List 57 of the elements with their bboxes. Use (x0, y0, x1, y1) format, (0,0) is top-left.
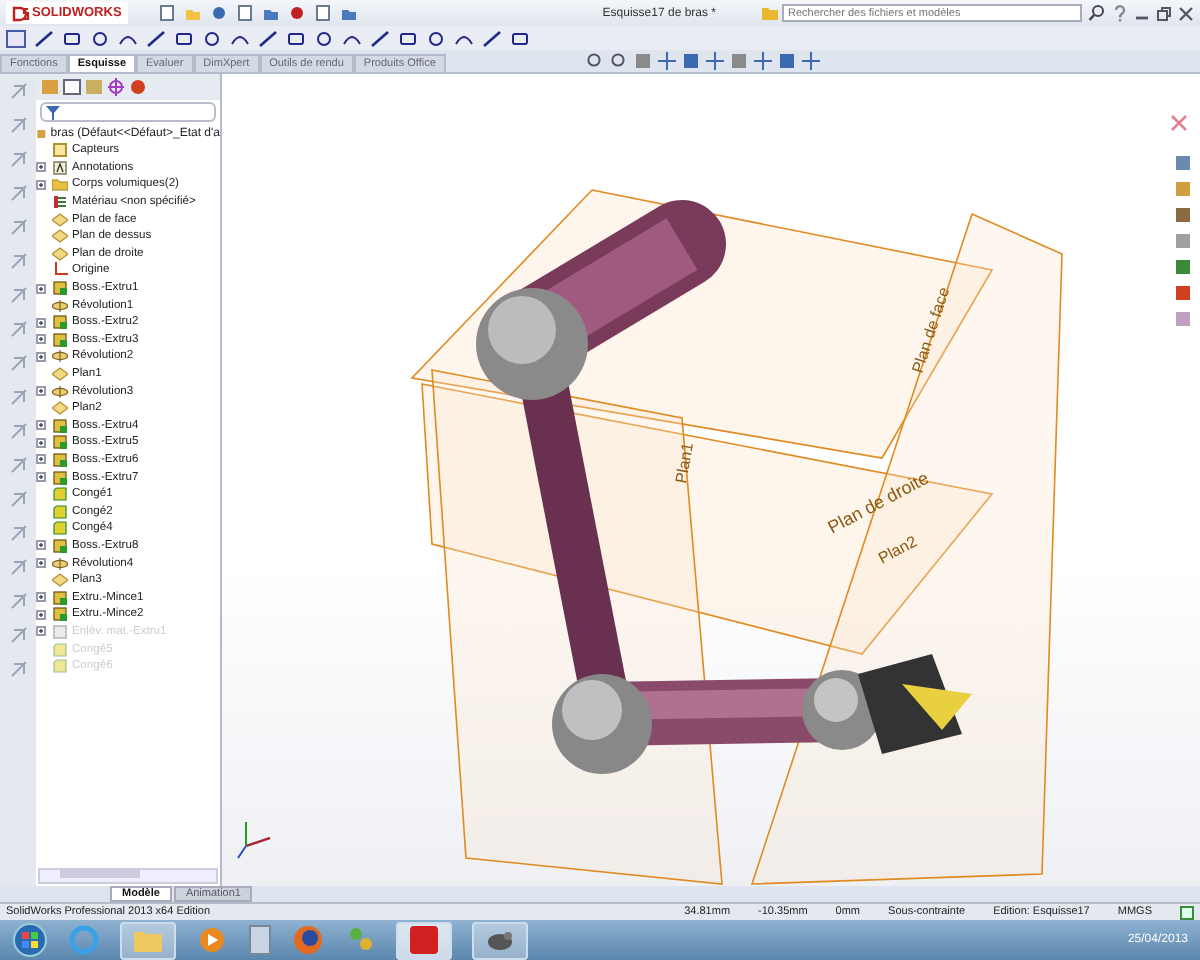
expand-icon[interactable] (36, 179, 46, 190)
logo-icon (12, 5, 30, 21)
expand-icon[interactable] (36, 540, 46, 551)
start-button-icon[interactable] (12, 922, 48, 958)
expand-icon[interactable] (36, 609, 46, 620)
animal-icon (484, 926, 516, 954)
expand-icon[interactable] (36, 472, 46, 483)
filter-icon (46, 105, 60, 119)
expand-icon[interactable] (36, 420, 46, 431)
material-icon (52, 194, 68, 211)
solidworks-taskbar-button[interactable] (396, 921, 452, 959)
close-icon[interactable] (1170, 114, 1188, 132)
expand-icon[interactable] (36, 283, 46, 294)
sensor-icon (52, 142, 68, 159)
app-logo-icon (408, 924, 440, 956)
expand-icon[interactable] (36, 162, 46, 173)
image-editor-taskbar-button[interactable] (472, 921, 528, 959)
plane-label: Plan1 (672, 441, 698, 485)
revolve-icon (52, 297, 68, 314)
axis-triad-icon (237, 821, 271, 859)
plane-icon (52, 572, 68, 589)
expand-icon[interactable] (36, 454, 46, 465)
annotation-icon (52, 159, 68, 176)
horizontal-scrollbar[interactable] (38, 868, 218, 884)
property-tab-icon[interactable] (62, 78, 82, 96)
expand-icon[interactable] (36, 334, 46, 345)
globe-icon[interactable] (292, 924, 324, 956)
new-file-icon[interactable] (157, 4, 176, 22)
expand-icon[interactable] (36, 626, 46, 637)
calculator-icon[interactable] (248, 924, 272, 956)
expand-icon[interactable] (36, 558, 46, 569)
expand-icon[interactable] (36, 317, 46, 328)
appearance-tab-icon[interactable] (128, 78, 148, 96)
extrude-icon (52, 537, 68, 554)
restore-icon[interactable] (1156, 5, 1172, 21)
part-icon (36, 125, 47, 141)
revolve-icon (52, 348, 68, 365)
search-icon[interactable] (1088, 4, 1106, 22)
folder-icon (52, 176, 68, 193)
cut-icon (52, 623, 68, 640)
sketch-icon[interactable] (6, 29, 26, 47)
folder-icon (762, 6, 778, 20)
expand-icon[interactable] (36, 386, 46, 397)
media-player-icon[interactable] (196, 924, 228, 956)
close-icon[interactable] (1178, 5, 1194, 21)
revolve-icon (52, 383, 68, 400)
revolve-icon (52, 555, 68, 572)
plane-label: Plan de face (908, 285, 954, 376)
expand-icon[interactable] (36, 437, 46, 448)
plane-label: Plan de droite (824, 467, 932, 538)
folder-icon (134, 928, 162, 952)
filter-field[interactable] (40, 102, 216, 122)
expand-icon[interactable] (36, 592, 46, 603)
help-icon[interactable] (1112, 4, 1128, 22)
origin-icon (52, 262, 68, 279)
crosshair-tab-icon[interactable] (106, 78, 126, 96)
expand-icon[interactable] (36, 351, 46, 362)
